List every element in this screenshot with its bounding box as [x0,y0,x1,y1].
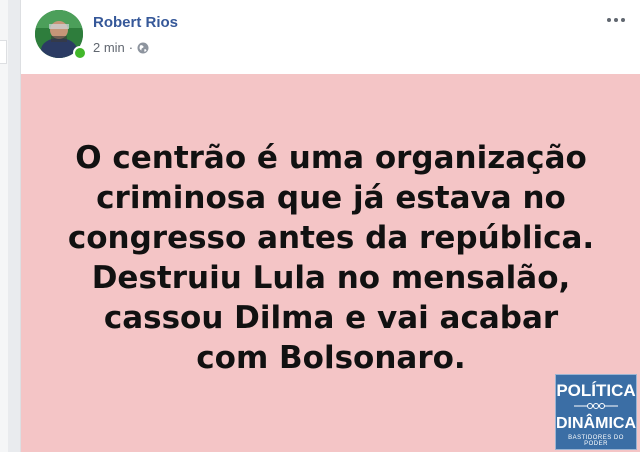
more-options-icon[interactable] [603,10,629,30]
politica-dinamica-watermark: POLÍTICA DINÂMICA BASTIDORES DO PODER [555,374,637,450]
watermark-line2: DINÂMICA [556,415,636,432]
online-status-dot [73,46,87,60]
post-meta: 2 min · [93,40,149,55]
watermark-tagline: BASTIDORES DO PODER [568,435,624,447]
watermark-line1: POLÍTICA [556,381,636,400]
watermark-divider-icon [574,403,618,409]
sidebar-edge-tab [0,40,7,64]
post-status-text: O centrão é uma organização criminosa qu… [67,140,595,376]
globe-icon[interactable] [137,42,149,54]
post-author-name[interactable]: Robert Rios [93,14,178,31]
post-timestamp[interactable]: 2 min [93,40,125,55]
status-background-card: O centrão é uma organização criminosa qu… [21,74,640,452]
facebook-post: Robert Rios 2 min · O centrão é uma orga… [20,0,640,452]
left-sidebar-edge [0,0,8,452]
post-header: Robert Rios 2 min · [21,0,640,74]
